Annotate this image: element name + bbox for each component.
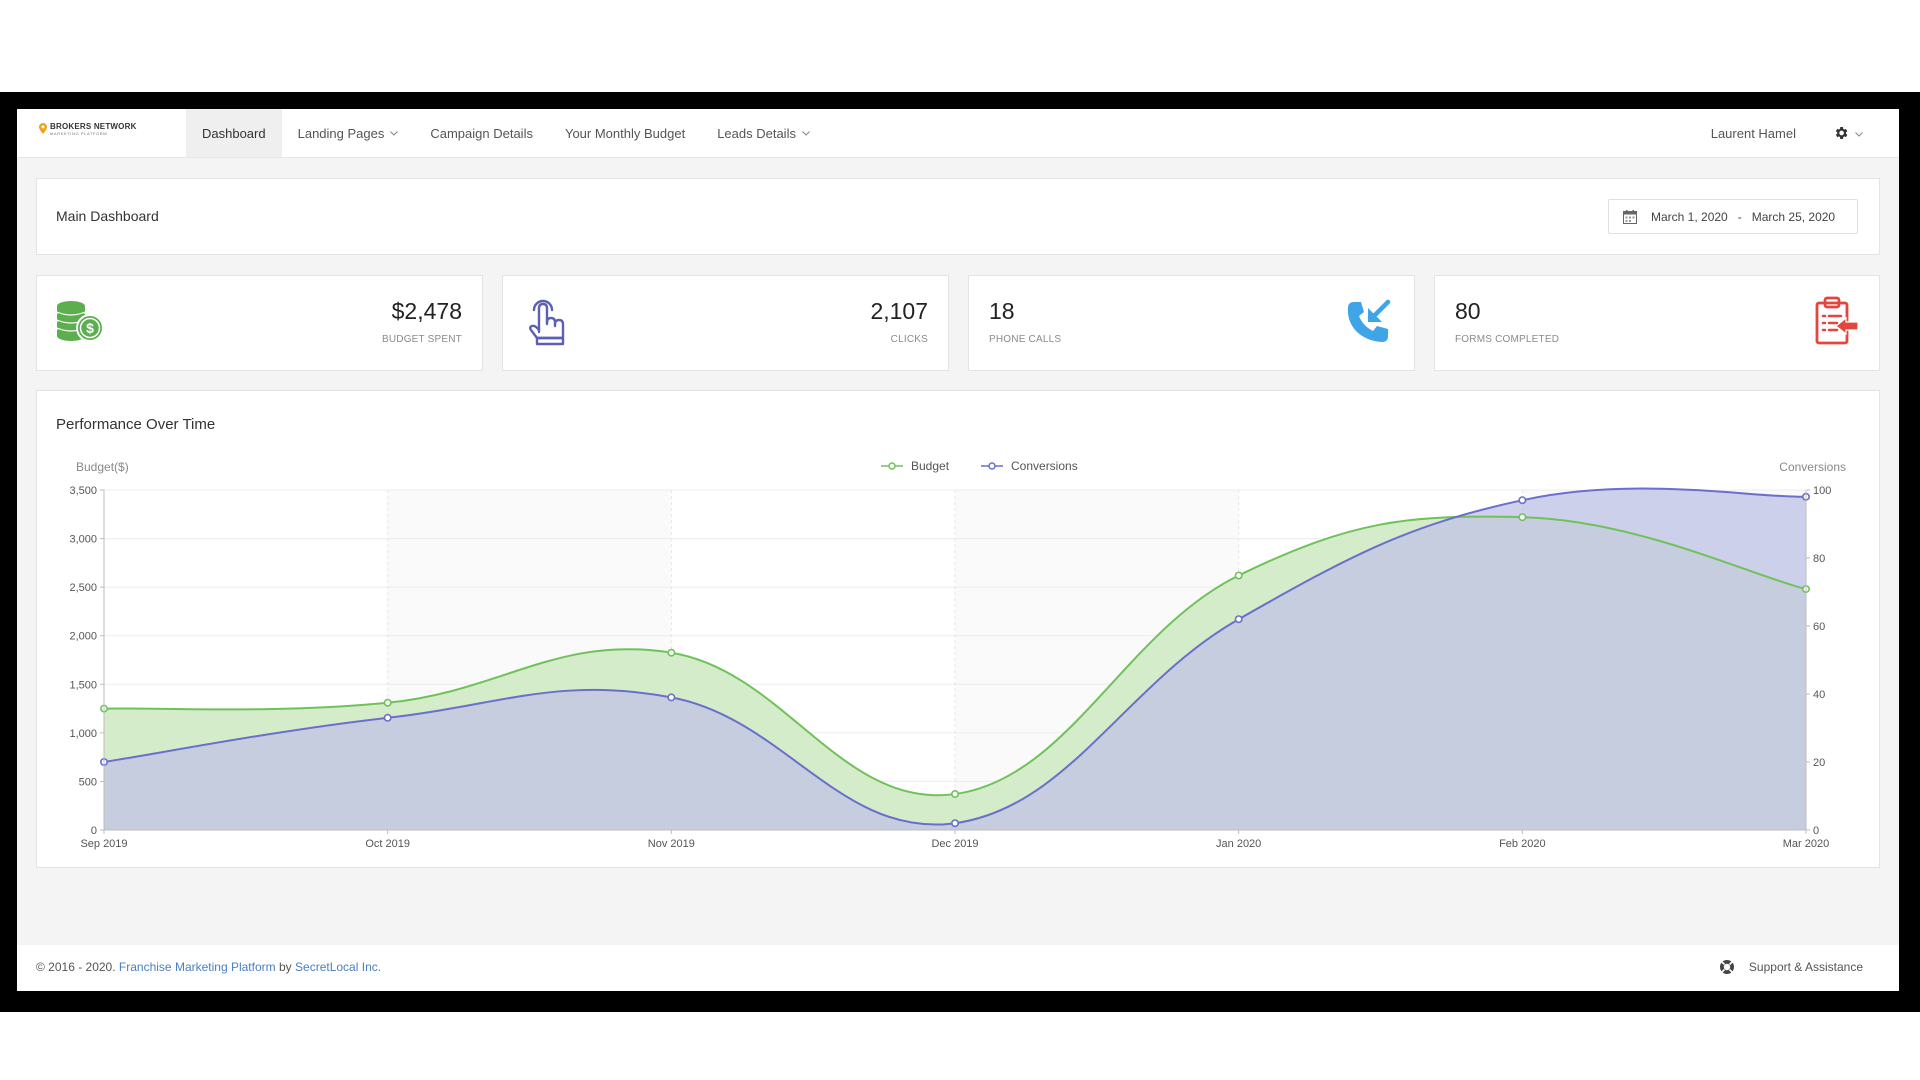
main-nav: Dashboard Landing Pages Campaign Details…: [186, 109, 826, 157]
phone-incoming-icon: [1347, 299, 1391, 342]
calendar-icon: [1623, 209, 1637, 224]
data-point-budget: [1234, 571, 1243, 580]
phone-calls-label: PHONE CALLS: [989, 334, 1062, 345]
performance-card: Performance Over Time 0 500 1,000 1,500 2,00…: [36, 390, 1880, 868]
nav-landing-pages[interactable]: Landing Pages: [282, 109, 415, 157]
nav-landing-pages-label: Landing Pages: [297, 125, 385, 141]
clicks-label: CLICKS: [890, 334, 928, 345]
data-point-conversions: [667, 693, 676, 702]
right-tick-label: 80: [1813, 553, 1825, 565]
data-point-conversions: [383, 713, 392, 722]
copyright-by: by: [279, 960, 292, 974]
logo-title: BROKERS NETWORK: [50, 122, 137, 131]
platform-link[interactable]: Franchise Marketing Platform: [119, 960, 276, 974]
gear-icon: [1835, 127, 1848, 139]
chevron-down-icon: [390, 130, 399, 136]
data-point-budget: [667, 648, 676, 657]
legend-label: Budget: [911, 459, 950, 473]
left-tick-label: 3,000: [69, 534, 97, 546]
x-tick-label: Mar 2020: [1783, 838, 1829, 850]
x-tick-label: Jan 2020: [1216, 838, 1261, 850]
x-tick-label: Oct 2019: [365, 838, 410, 850]
nav-campaign-details[interactable]: Campaign Details: [414, 109, 549, 157]
phone-calls-value: 18: [989, 298, 1015, 324]
date-separator: -: [1737, 209, 1742, 224]
nav-dashboard-label: Dashboard: [202, 125, 266, 141]
user-menu[interactable]: Laurent Hamel: [1711, 109, 1796, 157]
date-start: March 1, 2020: [1651, 209, 1728, 224]
chevron-down-icon: [1855, 124, 1863, 142]
right-tick-label: 0: [1813, 825, 1819, 837]
brand-logo[interactable]: BROKERS NETWORK MARKETING PLATFORM: [39, 123, 137, 136]
settings-menu[interactable]: [1833, 124, 1863, 142]
data-point-budget: [1518, 513, 1527, 522]
svg-text:$: $: [86, 320, 94, 336]
data-point-conversions: [1518, 496, 1527, 505]
data-point-conversions: [1234, 615, 1243, 624]
x-tick-label: Dec 2019: [931, 838, 978, 850]
coins-dollar-icon: $: [56, 301, 104, 342]
data-point-budget: [383, 698, 392, 707]
support-link[interactable]: Support & Assistance: [1719, 959, 1863, 975]
app-window: BROKERS NETWORK MARKETING PLATFORM Dashb…: [17, 109, 1899, 991]
clicks-value: 2,107: [870, 298, 928, 324]
nav-campaign-details-label: Campaign Details: [430, 125, 533, 141]
data-point-budget: [950, 790, 959, 799]
forms-completed-label: FORMS COMPLETED: [1455, 334, 1560, 345]
x-tick-label: Feb 2020: [1499, 838, 1545, 850]
date-range-picker[interactable]: March 1, 2020 - March 25, 2020: [1608, 199, 1858, 234]
date-end: March 25, 2020: [1751, 209, 1836, 224]
legend-swatch-point: [988, 462, 996, 470]
logo-subtitle: MARKETING PLATFORM: [50, 131, 108, 136]
budget-spent-label: BUDGET SPENT: [381, 334, 462, 345]
nav-monthly-budget-label: Your Monthly Budget: [564, 125, 686, 141]
left-tick-label: 2,500: [69, 582, 97, 594]
stat-card-budget: $ $2,478 BUDGET SPENT: [36, 275, 483, 371]
left-tick-label: 500: [79, 776, 97, 788]
footer: © 2016 - 2020. Franchise Marketing Platf…: [17, 945, 1899, 991]
right-tick-label: 20: [1813, 757, 1825, 769]
left-tick-label: 0: [91, 825, 97, 837]
right-tick-label: 60: [1813, 621, 1825, 633]
location-pin-icon: [39, 123, 47, 134]
lifebuoy-icon: [1719, 960, 1734, 974]
data-point-conversions: [950, 819, 959, 828]
right-tick-label: 100: [1813, 485, 1831, 497]
left-tick-label: 1,000: [69, 728, 97, 740]
forms-completed-value: 80: [1455, 298, 1481, 324]
company-link[interactable]: SecretLocal Inc.: [295, 960, 381, 974]
left-tick-label: 1,500: [69, 679, 97, 691]
nav-dashboard[interactable]: Dashboard: [186, 109, 282, 157]
stat-card-clicks: 2,107 CLICKS: [502, 275, 949, 371]
chevron-down-icon: [802, 130, 810, 136]
top-navbar: BROKERS NETWORK MARKETING PLATFORM Dashb…: [17, 109, 1899, 158]
performance-chart: 0 500 1,000 1,500 2,000 2,500 3,000 3,500 0 20 40 6…: [69, 459, 1846, 850]
copyright: © 2016 - 2020. Franchise Marketing Platf…: [36, 960, 381, 974]
left-axis-label: Budget($): [76, 460, 129, 474]
stat-card-phone-calls: 18 PHONE CALLS: [968, 275, 1415, 371]
nav-leads-details-label: Leads Details: [717, 125, 796, 141]
nav-monthly-budget[interactable]: Your Monthly Budget: [549, 109, 701, 157]
x-tick-label: Sep 2019: [80, 838, 127, 850]
legend-swatch-point: [888, 462, 896, 470]
page-header-card: Main Dashboard March 1, 2020 - March 25,…: [36, 178, 1880, 255]
support-label: Support & Assistance: [1748, 960, 1863, 974]
legend-label: Conversions: [1011, 459, 1078, 473]
page-title: Main Dashboard: [56, 208, 159, 224]
budget-spent-value: $2,478: [391, 298, 462, 324]
right-axis-label: Conversions: [1779, 460, 1846, 474]
x-tick-label: Nov 2019: [648, 838, 695, 850]
left-tick-label: 3,500: [69, 485, 97, 497]
clipboard-arrow-icon: [1815, 296, 1859, 345]
hand-pointer-icon: [529, 299, 565, 346]
left-tick-label: 2,000: [69, 631, 97, 643]
stat-card-forms: 80 FORMS COMPLETED: [1434, 275, 1880, 371]
nav-leads-details[interactable]: Leads Details: [701, 109, 826, 157]
right-tick-label: 40: [1813, 689, 1825, 701]
copyright-prefix: © 2016 - 2020.: [36, 960, 116, 974]
